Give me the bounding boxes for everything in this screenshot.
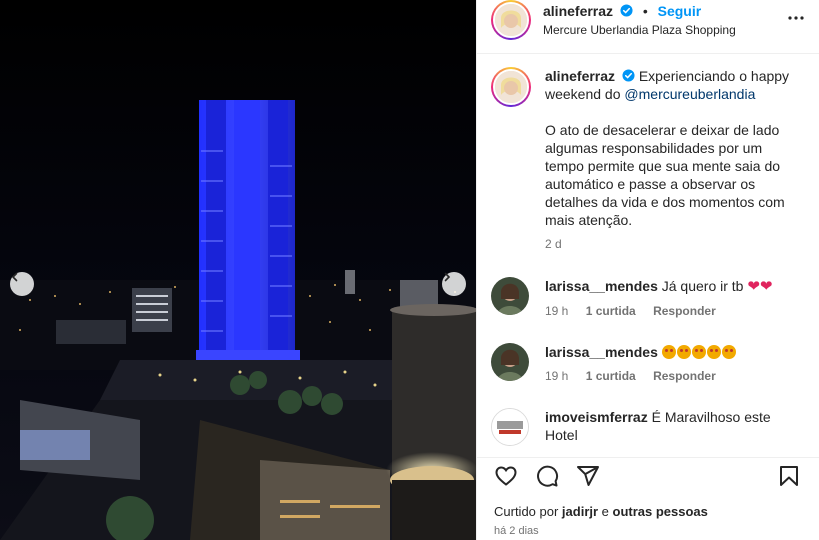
commenter-avatar[interactable] bbox=[491, 277, 529, 315]
comments-list[interactable]: alineferraz Experienciando o happy weeke… bbox=[477, 55, 819, 457]
more-options-icon bbox=[788, 16, 804, 20]
post-actions: Curtido por jadirjr e outras pessoas há … bbox=[477, 457, 819, 540]
comment-icon bbox=[537, 465, 559, 487]
reply-button[interactable]: Responder bbox=[653, 369, 716, 383]
commenter-avatar-image bbox=[491, 343, 529, 381]
carousel-next-button[interactable] bbox=[442, 272, 466, 296]
carousel-next-icon bbox=[444, 272, 451, 282]
liked-by-user[interactable]: jadirjr bbox=[562, 504, 598, 519]
caption-author-avatar-image bbox=[495, 71, 527, 103]
comment-text: Já quero ir tb bbox=[661, 278, 744, 294]
author-avatar-image bbox=[495, 4, 527, 36]
separator-dot: • bbox=[642, 3, 648, 19]
caption-mention[interactable]: @mercureuberlandia bbox=[624, 86, 755, 102]
author-username[interactable]: alineferraz bbox=[543, 3, 613, 19]
commenter-avatar[interactable] bbox=[491, 408, 529, 446]
post-photo bbox=[0, 0, 476, 540]
comment-age: 19 h bbox=[545, 304, 569, 318]
reply-button[interactable]: Responder bbox=[653, 304, 716, 318]
caption-paragraph: O ato de desacelerar e deixar de lado al… bbox=[545, 122, 785, 228]
post-date[interactable]: há 2 dias bbox=[494, 525, 539, 537]
comment-likes[interactable]: 1 curtida bbox=[586, 304, 636, 318]
caption-author-avatar[interactable] bbox=[491, 67, 531, 107]
more-options-button[interactable] bbox=[786, 8, 806, 31]
comment-username[interactable]: imoveismferraz bbox=[545, 409, 648, 425]
follow-button[interactable]: Seguir bbox=[658, 3, 702, 19]
location-link[interactable]: Mercure Uberlandia Plaza Shopping bbox=[543, 23, 736, 37]
save-button[interactable] bbox=[777, 464, 801, 491]
verified-badge-icon bbox=[622, 69, 635, 82]
comment-username[interactable]: larissa__mendes bbox=[545, 278, 658, 294]
carousel-prev-button[interactable] bbox=[10, 272, 34, 296]
comment-button[interactable] bbox=[535, 464, 559, 491]
like-button[interactable] bbox=[494, 464, 518, 491]
comment-username[interactable]: larissa__mendes bbox=[545, 344, 658, 360]
star-eyes-emoji-icon bbox=[661, 344, 737, 360]
mferraz-logo-avatar bbox=[492, 409, 528, 445]
share-button[interactable] bbox=[576, 464, 600, 491]
post-header: alineferraz • Seguir Mercure Uberlandia … bbox=[477, 0, 819, 54]
night-city-photo bbox=[0, 0, 476, 540]
author-avatar[interactable] bbox=[491, 0, 531, 40]
save-bookmark-icon bbox=[780, 466, 798, 486]
caption-username[interactable]: alineferraz bbox=[545, 68, 615, 84]
post-side-panel: alineferraz • Seguir Mercure Uberlandia … bbox=[476, 0, 819, 540]
verified-badge-icon bbox=[620, 4, 633, 17]
red-heart-icon: ❤❤ bbox=[747, 278, 773, 295]
liked-by: Curtido por jadirjr e outras pessoas bbox=[494, 504, 708, 519]
share-icon bbox=[577, 466, 599, 486]
liked-by-others[interactable]: outras pessoas bbox=[613, 504, 708, 519]
carousel-prev-icon bbox=[11, 272, 18, 282]
comment-likes[interactable]: 1 curtida bbox=[586, 369, 636, 383]
like-heart-icon bbox=[495, 466, 517, 486]
commenter-avatar-image bbox=[491, 277, 529, 315]
caption-age: 2 d bbox=[545, 237, 562, 251]
comment-age: 19 h bbox=[545, 369, 569, 383]
commenter-avatar[interactable] bbox=[491, 343, 529, 381]
